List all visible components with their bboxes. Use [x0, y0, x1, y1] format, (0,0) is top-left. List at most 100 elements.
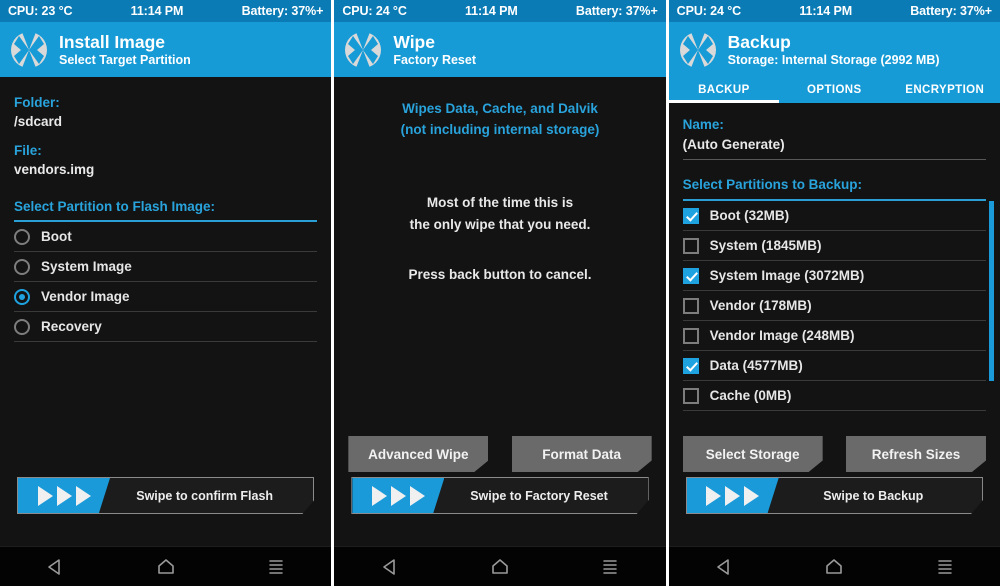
nav-menu-button[interactable]: [585, 550, 635, 584]
nav-home-button[interactable]: [141, 550, 191, 584]
wipe-info-white-1: Most of the time this is the only wipe t…: [348, 192, 651, 236]
panel-install-image: CPU: 23 °C 11:14 PM Battery: 37%+ Instal…: [0, 0, 332, 586]
radio-label: Recovery: [41, 319, 102, 334]
install-image-body: Folder: /sdcard File: vendors.img Select…: [0, 77, 332, 546]
cpu-temperature: CPU: 24 °C: [676, 4, 742, 18]
radio-option-recovery[interactable]: Recovery: [14, 312, 318, 342]
backup-body: Name: (Auto Generate) Select Partitions …: [668, 103, 1000, 546]
list-scrollbar[interactable]: [988, 201, 994, 381]
partition-row-vendor-image[interactable]: Vendor Image (248MB): [682, 321, 986, 351]
swipe-to-backup[interactable]: Swipe to Backup: [685, 477, 983, 514]
checkbox-icon[interactable]: [682, 327, 699, 344]
page-subtitle: Factory Reset: [393, 52, 477, 67]
swipe-to-confirm-flash[interactable]: Swipe to confirm Flash: [17, 477, 315, 514]
arrow-right-icon: [725, 485, 741, 506]
nav-back-button[interactable]: [365, 550, 415, 584]
backup-name-label: Name:: [682, 117, 724, 132]
radio-option-boot[interactable]: Boot: [14, 222, 318, 252]
twrp-logo-icon: [11, 31, 47, 68]
wipe-button-row: Advanced Wipe Format Data: [348, 436, 652, 472]
file-label: File:: [14, 143, 42, 158]
panel-backup: CPU: 24 °C 11:14 PM Battery: 37%+ Backup…: [668, 0, 1000, 586]
radio-selected-icon[interactable]: [14, 288, 30, 305]
radio-icon[interactable]: [14, 228, 30, 245]
back-triangle-icon: [48, 558, 61, 575]
tab-options[interactable]: OPTIONS: [779, 77, 889, 103]
refresh-sizes-button[interactable]: Refresh Sizes: [845, 436, 986, 472]
partition-row-system-image[interactable]: System Image (3072MB): [682, 261, 986, 291]
radio-label: Vendor Image: [41, 289, 130, 304]
format-data-button[interactable]: Format Data: [511, 436, 652, 472]
menu-lines-icon: [938, 559, 952, 574]
partition-label: Vendor Image (248MB): [709, 328, 855, 343]
partition-row-vendor[interactable]: Vendor (178MB): [682, 291, 986, 321]
navigation-bar: [0, 546, 332, 586]
page-title: Wipe: [393, 31, 435, 52]
clock: 11:14 PM: [799, 4, 853, 18]
swipe-handle[interactable]: [352, 478, 445, 513]
input-underline: [682, 159, 986, 160]
checkbox-icon[interactable]: [682, 387, 699, 404]
nav-home-button[interactable]: [475, 550, 525, 584]
partition-row-boot[interactable]: Boot (32MB): [682, 201, 986, 231]
arrow-right-icon: [56, 485, 72, 506]
battery-status: Battery: 37%+: [241, 4, 324, 18]
nav-menu-button[interactable]: [920, 550, 970, 584]
back-triangle-icon: [382, 558, 395, 575]
partition-row-system[interactable]: System (1845MB): [682, 231, 986, 261]
battery-status: Battery: 37%+: [910, 4, 992, 18]
back-triangle-icon: [717, 558, 729, 575]
radio-option-system-image[interactable]: System Image: [14, 252, 318, 282]
tab-encryption[interactable]: ENCRYPTION: [890, 77, 1000, 103]
partition-list: Boot (32MB) System (1845MB) System Image…: [682, 201, 994, 411]
status-bar: CPU: 24 °C 11:14 PM Battery: 37%+: [334, 0, 666, 22]
checkbox-icon[interactable]: [682, 237, 699, 254]
backup-name-input[interactable]: (Auto Generate): [683, 137, 986, 152]
arrow-right-icon: [706, 485, 722, 506]
advanced-wipe-button[interactable]: Advanced Wipe: [348, 436, 489, 472]
menu-lines-icon: [603, 559, 618, 574]
nav-home-button[interactable]: [809, 550, 859, 584]
app-header: Wipe Factory Reset: [334, 22, 666, 77]
backup-button-row: Select Storage Refresh Sizes: [682, 436, 986, 472]
wipe-info-line: Most of the time this is: [426, 195, 574, 210]
swipe-to-factory-reset[interactable]: Swipe to Factory Reset: [351, 477, 649, 514]
partition-label: Cache (0MB): [709, 388, 792, 403]
navigation-bar: [334, 546, 666, 586]
select-storage-button[interactable]: Select Storage: [682, 436, 823, 472]
cpu-temperature: CPU: 23 °C: [8, 4, 73, 18]
radio-icon[interactable]: [14, 258, 30, 275]
arrow-right-icon: [75, 485, 91, 506]
nav-back-button[interactable]: [699, 550, 749, 584]
checkbox-icon[interactable]: [682, 297, 699, 314]
partition-row-data[interactable]: Data (4577MB): [682, 351, 986, 381]
clock: 11:14 PM: [130, 4, 184, 18]
checkbox-checked-icon[interactable]: [682, 207, 699, 224]
swipe-handle[interactable]: [686, 478, 779, 513]
tab-bar: BACKUP OPTIONS ENCRYPTION: [668, 77, 1000, 103]
nav-menu-button[interactable]: [251, 550, 301, 584]
cpu-temperature: CPU: 24 °C: [342, 4, 407, 18]
app-header: Install Image Select Target Partition: [0, 22, 332, 77]
checkbox-checked-icon[interactable]: [682, 267, 699, 284]
radio-option-vendor-image[interactable]: Vendor Image: [14, 282, 318, 312]
screenshot-stage: CPU: 23 °C 11:14 PM Battery: 37%+ Instal…: [0, 0, 1000, 586]
radio-icon[interactable]: [14, 318, 30, 335]
partition-row-cache[interactable]: Cache (0MB): [682, 381, 986, 411]
app-header: Backup Storage: Internal Storage (2992 M…: [668, 22, 1000, 77]
swipe-handle[interactable]: [18, 478, 110, 513]
wipe-info-white-2: Press back button to cancel.: [348, 264, 651, 286]
arrow-right-icon: [744, 485, 760, 506]
home-icon: [157, 558, 174, 574]
menu-lines-icon: [269, 559, 283, 574]
radio-label: System Image: [41, 259, 132, 274]
checkbox-checked-icon[interactable]: [682, 357, 699, 374]
nav-back-button[interactable]: [30, 550, 80, 584]
tab-backup[interactable]: BACKUP: [668, 77, 780, 103]
partition-label: Boot (32MB): [709, 208, 790, 223]
file-value: vendors.img: [14, 162, 95, 177]
radio-label: Boot: [41, 229, 72, 244]
status-bar: CPU: 23 °C 11:14 PM Battery: 37%+: [0, 0, 332, 22]
partition-label: System Image (3072MB): [709, 268, 865, 283]
home-icon: [492, 558, 508, 574]
